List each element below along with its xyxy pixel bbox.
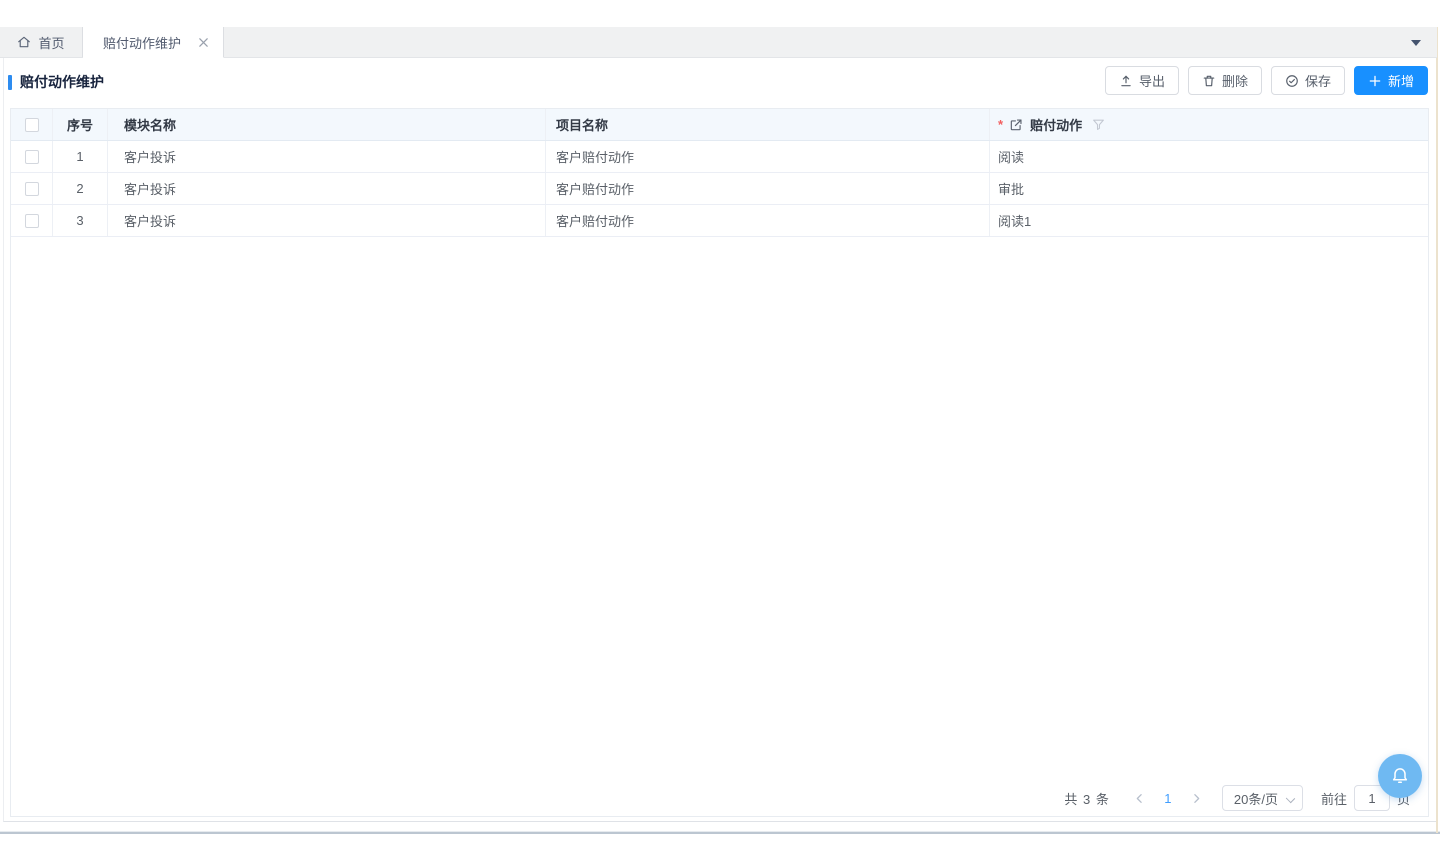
edit-icon	[1009, 118, 1023, 132]
row-checkbox[interactable]	[25, 214, 39, 228]
home-icon	[17, 35, 31, 49]
window-right-edge	[1436, 27, 1438, 833]
cell-index: 1	[53, 141, 108, 172]
next-page-icon[interactable]	[1190, 792, 1203, 805]
tab-home[interactable]: 首页	[0, 27, 83, 57]
goto-label: 前往	[1321, 789, 1347, 808]
pagination: 共 3 条 1 20条/页 前往 页	[1064, 784, 1410, 812]
row-checkbox[interactable]	[25, 182, 39, 196]
filter-funnel-icon[interactable]	[1092, 118, 1105, 131]
delete-button-label: 删除	[1222, 71, 1248, 90]
tab-active[interactable]: 赔付动作维护	[83, 27, 224, 58]
tab-home-label: 首页	[38, 33, 64, 52]
cell-index: 3	[53, 205, 108, 236]
notification-bell-button[interactable]	[1378, 754, 1422, 798]
check-circle-icon	[1285, 74, 1299, 88]
chevron-down-icon	[1286, 794, 1295, 803]
cell-project: 客户赔付动作	[546, 173, 990, 204]
export-icon	[1119, 74, 1133, 88]
horizontal-scrollbar[interactable]	[0, 831, 1440, 834]
cell-project: 客户赔付动作	[546, 205, 990, 236]
cell-action[interactable]: 阅读1	[990, 205, 1428, 236]
trash-icon	[1202, 74, 1216, 88]
prev-page-icon[interactable]	[1133, 792, 1146, 805]
cell-index: 2	[53, 173, 108, 204]
save-button[interactable]: 保存	[1271, 66, 1345, 95]
cell-action[interactable]: 审批	[990, 173, 1428, 204]
tab-active-label: 赔付动作维护	[103, 33, 181, 52]
export-button-label: 导出	[1139, 71, 1165, 90]
table-row[interactable]: 3 客户投诉 客户赔付动作 阅读1	[11, 205, 1428, 237]
title-accent-bar	[8, 75, 12, 90]
pagination-total: 共 3 条	[1064, 789, 1109, 808]
export-button[interactable]: 导出	[1105, 66, 1179, 95]
header-module: 模块名称	[108, 109, 546, 140]
cell-module: 客户投诉	[108, 141, 546, 172]
row-checkbox-cell	[11, 205, 53, 236]
select-all-checkbox[interactable]	[25, 118, 39, 132]
add-button-label: 新增	[1388, 71, 1414, 90]
required-mark: *	[998, 117, 1003, 132]
data-table: 序号 模块名称 项目名称 * 赔付动作 1 客户投诉 客户赔付动作 阅读 2 客…	[10, 108, 1429, 817]
cell-project: 客户赔付动作	[546, 141, 990, 172]
cell-module: 客户投诉	[108, 173, 546, 204]
table-row[interactable]: 2 客户投诉 客户赔付动作 审批	[11, 173, 1428, 205]
toolbar: 导出 删除 保存 新增	[1105, 66, 1428, 95]
header-index: 序号	[53, 109, 108, 140]
table-row[interactable]: 1 客户投诉 客户赔付动作 阅读	[11, 141, 1428, 173]
header-action-label: 赔付动作	[1030, 115, 1082, 134]
app-root: { "tab_bar": { "home_tab": "首页", "active…	[0, 0, 1440, 860]
page-title: 赔付动作维护	[20, 72, 104, 92]
page-size-value: 20条/页	[1234, 789, 1278, 808]
cell-module: 客户投诉	[108, 205, 546, 236]
row-checkbox-cell	[11, 173, 53, 204]
header-action-cell: * 赔付动作	[990, 109, 1428, 140]
row-checkbox-cell	[11, 141, 53, 172]
cell-action[interactable]: 阅读	[990, 141, 1428, 172]
bell-icon	[1390, 766, 1410, 786]
add-button[interactable]: 新增	[1354, 66, 1428, 95]
page-number-1[interactable]: 1	[1155, 791, 1181, 806]
tab-bar: 首页 赔付动作维护	[0, 27, 1437, 58]
page-header: 赔付动作维护	[8, 73, 104, 91]
close-icon[interactable]	[198, 37, 209, 48]
header-project: 项目名称	[546, 109, 990, 140]
page-size-select[interactable]: 20条/页	[1222, 785, 1303, 811]
row-checkbox[interactable]	[25, 150, 39, 164]
table-header-row: 序号 模块名称 项目名称 * 赔付动作	[11, 109, 1428, 141]
plus-icon	[1368, 74, 1382, 88]
save-button-label: 保存	[1305, 71, 1331, 90]
delete-button[interactable]: 删除	[1188, 66, 1262, 95]
tab-list-dropdown-icon[interactable]	[1411, 40, 1421, 51]
header-checkbox-cell	[11, 109, 53, 140]
